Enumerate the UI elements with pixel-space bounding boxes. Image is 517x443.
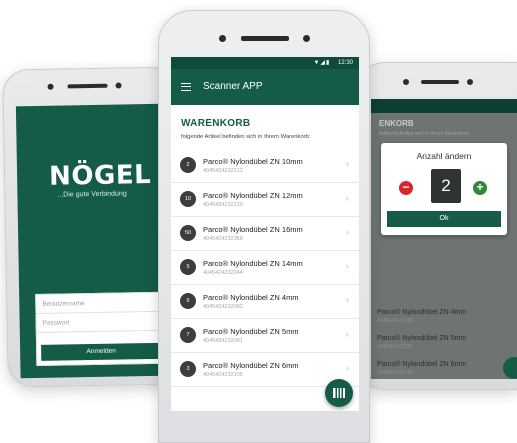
quantity-dialog-screen: ENKORB Artikel befinden sich in Ihrem Wa… xyxy=(371,99,517,379)
cart-subtitle: folgende Artikel befinden sich in Ihrem … xyxy=(181,134,311,140)
brand-tagline: ...Die gute Verbindung xyxy=(57,190,127,199)
speaker-grille xyxy=(241,36,289,41)
item-code: 4045424232368 xyxy=(203,236,243,242)
list-item[interactable]: Parco® Nylondübel ZN 5mm 4045424232091 xyxy=(377,335,517,350)
list-item[interactable]: 5 Parco® Nylondübel ZN 14mm 404542423224… xyxy=(171,251,359,285)
login-form: Benutzername Passwort Anmelden xyxy=(35,291,167,366)
right-phone: ENKORB Artikel befinden sich in Ihrem Wa… xyxy=(358,62,517,390)
quantity-dialog: Anzahl ändern − 2 + Ok xyxy=(381,143,507,235)
chevron-right-icon: › xyxy=(345,159,349,170)
status-bar xyxy=(371,99,517,113)
item-name: Parco® Nylondübel ZN 14mm xyxy=(203,259,303,268)
quantity-badge: 50 xyxy=(180,225,196,241)
item-name: Parco® Nylondübel ZN 4mm xyxy=(377,309,467,316)
cart-screen: ▼◢▮ 12:30 Scanner APP WARENKORB folgende… xyxy=(171,57,359,411)
speaker-grille xyxy=(67,83,108,89)
decrement-button[interactable]: − xyxy=(399,181,413,195)
list-item[interactable]: 2 Parco® Nylondübel ZN 10mm 404542423221… xyxy=(171,149,359,183)
chevron-right-icon: › xyxy=(345,227,349,238)
increment-button[interactable]: + xyxy=(473,181,487,195)
quantity-badge: 3 xyxy=(180,361,196,377)
item-code: 4045424232105 xyxy=(377,370,414,376)
camera-dot xyxy=(219,35,226,42)
cart-title: ENKORB xyxy=(379,119,414,128)
quantity-value[interactable]: 2 xyxy=(431,169,461,203)
item-name: Parco® Nylondübel ZN 16mm xyxy=(203,225,303,234)
item-name: Parco® Nylondübel ZN 4mm xyxy=(203,293,299,302)
camera-dot xyxy=(403,79,409,85)
item-code: 4045424232082 xyxy=(377,318,414,324)
center-phone: ▼◢▮ 12:30 Scanner APP WARENKORB folgende… xyxy=(158,10,370,443)
dialog-title: Anzahl ändern xyxy=(416,151,472,161)
item-code: 4045424232244 xyxy=(203,270,243,276)
signal-battery-icon: ▼◢▮ xyxy=(313,60,331,66)
item-code: 4045424232105 xyxy=(203,372,243,378)
item-name: Parco® Nylondübel ZN 5mm xyxy=(203,327,299,336)
item-name: Parco® Nylondübel ZN 6mm xyxy=(203,361,299,370)
username-field[interactable]: Benutzername xyxy=(36,292,165,314)
item-name: Parco® Nylondübel ZN 6mm xyxy=(377,361,467,368)
chevron-right-icon: › xyxy=(345,193,349,204)
ok-button[interactable]: Ok xyxy=(387,211,501,227)
cart-title: WARENKORB xyxy=(181,118,251,129)
sensor-dot xyxy=(467,79,473,85)
speaker-grille xyxy=(421,80,459,84)
menu-icon[interactable] xyxy=(181,83,191,91)
barcode-icon xyxy=(333,388,345,398)
quantity-badge: 2 xyxy=(180,157,196,173)
list-item[interactable]: Parco® Nylondübel ZN 4mm 4045424232082 xyxy=(377,309,517,324)
app-bar: Scanner APP xyxy=(171,69,359,105)
chevron-right-icon: › xyxy=(345,261,349,272)
item-code: 4045424232091 xyxy=(203,338,243,344)
phone-mockups: NÖGEL ...Die gute Verbindung Benutzernam… xyxy=(0,0,517,443)
camera-dot xyxy=(47,83,54,90)
app-title: Scanner APP xyxy=(203,81,263,92)
chevron-right-icon: › xyxy=(345,329,349,340)
list-item[interactable]: 10 Parco® Nylondübel ZN 12mm 40454242322… xyxy=(171,183,359,217)
list-item[interactable]: 6 Parco® Nylondübel ZN 4mm 4045424232082… xyxy=(171,285,359,319)
list-item[interactable]: Parco® Nylondübel ZN 6mm 4045424232105 xyxy=(377,361,517,376)
login-button[interactable]: Anmelden xyxy=(41,342,162,361)
list-item[interactable]: 7 Parco® Nylondübel ZN 5mm 4045424232091… xyxy=(171,319,359,353)
list-item[interactable]: 50 Parco® Nylondübel ZN 16mm 40454242323… xyxy=(171,217,359,251)
item-name: Parco® Nylondübel ZN 12mm xyxy=(203,191,303,200)
login-screen: NÖGEL ...Die gute Verbindung Benutzernam… xyxy=(15,103,173,379)
item-code: 4045424232082 xyxy=(203,304,243,310)
item-name: Parco® Nylondübel ZN 10mm xyxy=(203,157,303,166)
quantity-badge: 10 xyxy=(180,191,196,207)
scan-button[interactable] xyxy=(325,379,353,407)
item-code: 4045424232213 xyxy=(203,168,243,174)
item-code: 4045424232220 xyxy=(203,202,243,208)
left-phone: NÖGEL ...Die gute Verbindung Benutzernam… xyxy=(2,66,183,388)
chevron-right-icon: › xyxy=(345,295,349,306)
item-code: 4045424232091 xyxy=(377,344,414,350)
sensor-dot xyxy=(115,82,122,89)
status-bar: ▼◢▮ 12:30 xyxy=(171,57,359,69)
cart-list: 2 Parco® Nylondübel ZN 10mm 404542423221… xyxy=(171,149,359,387)
quantity-badge: 6 xyxy=(180,293,196,309)
password-field[interactable]: Passwort xyxy=(36,311,165,333)
item-name: Parco® Nylondübel ZN 5mm xyxy=(377,335,467,342)
chevron-right-icon: › xyxy=(345,363,349,374)
status-time: 12:30 xyxy=(337,60,353,66)
sensor-dot xyxy=(303,35,310,42)
brand-logo: NÖGEL xyxy=(48,159,152,192)
quantity-badge: 7 xyxy=(180,327,196,343)
cart-subtitle: Artikel befinden sich in Ihrem Warenkorb… xyxy=(379,131,471,137)
quantity-badge: 5 xyxy=(180,259,196,275)
